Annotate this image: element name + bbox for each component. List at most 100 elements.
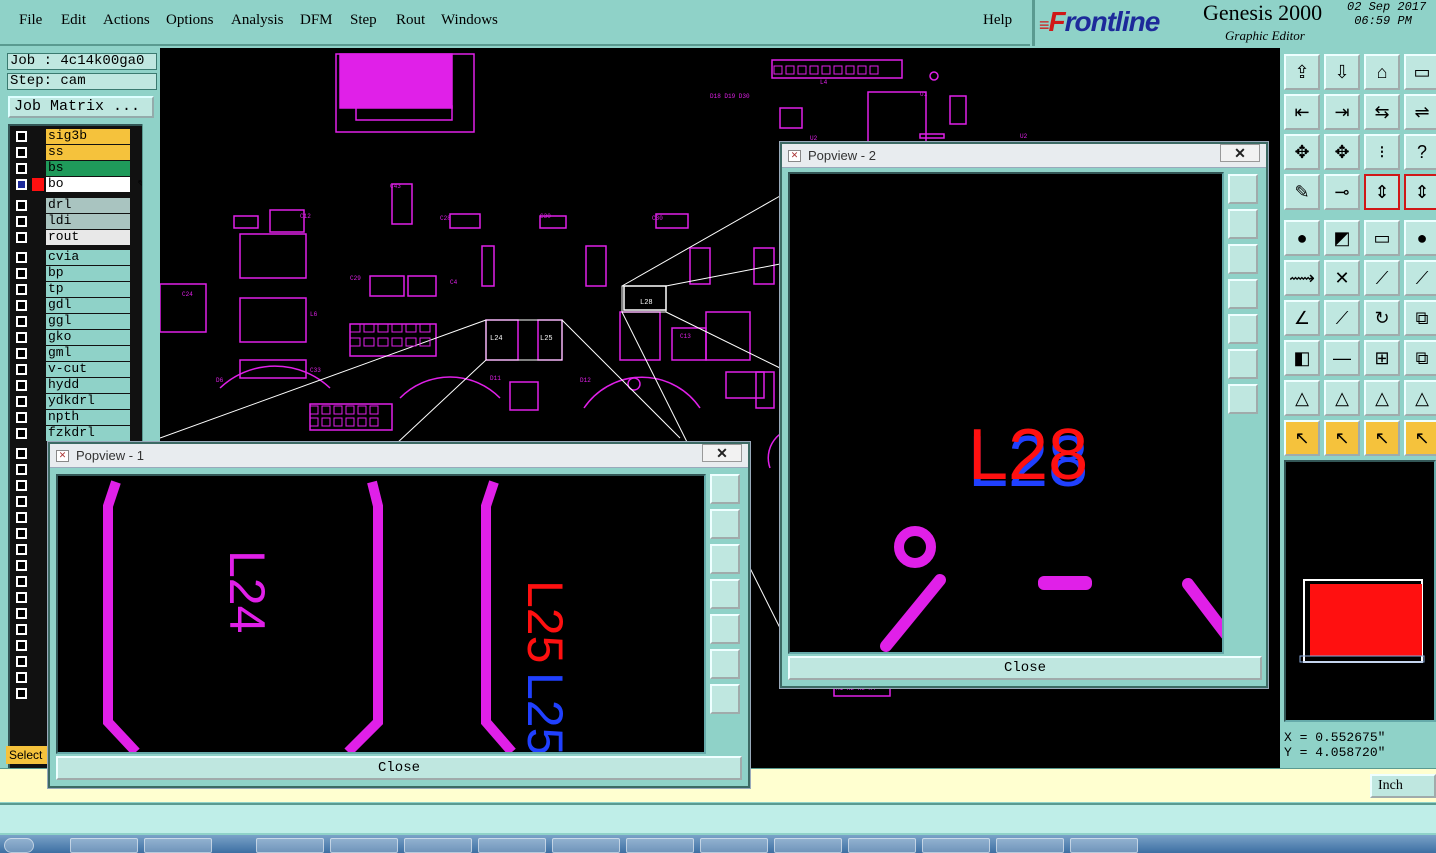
layer-name[interactable]: gdl — [46, 298, 130, 313]
measure-tool-3-icon[interactable]: ↻ — [1364, 300, 1400, 336]
zoom-tool-3-icon[interactable]: ⇆ — [1364, 94, 1400, 130]
zoom-out-icon[interactable] — [710, 684, 740, 714]
pan-down-icon[interactable] — [710, 544, 740, 574]
layer-checkbox[interactable] — [16, 560, 27, 571]
minimap[interactable] — [1284, 460, 1436, 722]
layer-name[interactable]: bo — [46, 177, 130, 192]
layer-row-ggl[interactable]: ggl✎ — [12, 314, 154, 329]
shape-tool-3-icon[interactable]: △ — [1364, 380, 1400, 416]
layer-row-tp[interactable]: tp — [12, 282, 154, 297]
select-tool-3-icon[interactable]: ↖ — [1364, 420, 1400, 456]
layer-row-rout[interactable]: rout — [12, 230, 154, 245]
layer-row-ss[interactable]: ss✎ — [12, 145, 154, 160]
layer-row-bs[interactable]: bs — [12, 161, 154, 176]
layer-name[interactable]: rout — [46, 230, 130, 245]
layer-checkbox[interactable] — [16, 464, 27, 475]
taskbar-item[interactable] — [626, 838, 694, 853]
view-tool-4-icon[interactable]: ? — [1404, 134, 1436, 170]
draw-tool-4-icon[interactable]: ● — [1404, 220, 1436, 256]
layer-checkbox[interactable] — [16, 640, 27, 651]
pan-left-icon[interactable] — [710, 579, 740, 609]
taskbar-item[interactable] — [1070, 838, 1138, 853]
select-tool-1-icon[interactable]: ↖ — [1284, 420, 1320, 456]
home-tool-2-icon[interactable]: ⇩ — [1324, 54, 1360, 90]
layers-tool-1-icon[interactable]: ✎ — [1284, 174, 1320, 210]
taskbar-item[interactable] — [848, 838, 916, 853]
layer-checkbox[interactable] — [16, 624, 27, 635]
layer-row-drl[interactable]: drl — [12, 198, 154, 213]
layer-checkbox[interactable] — [16, 163, 27, 174]
layer-row-hydd[interactable]: hydd — [12, 378, 154, 393]
popview-1-close-button[interactable]: Close — [56, 756, 742, 780]
zoom-tool-4-icon[interactable]: ⇌ — [1404, 94, 1436, 130]
pan-right-icon[interactable] — [710, 614, 740, 644]
home-tool-1-icon[interactable]: ⇪ — [1284, 54, 1320, 90]
start-button[interactable] — [4, 838, 34, 853]
layer-checkbox[interactable] — [16, 428, 27, 439]
home-tool-4-icon[interactable]: ▭ — [1404, 54, 1436, 90]
popview-2-close-button[interactable]: Close — [788, 656, 1262, 680]
layer-checkbox[interactable] — [16, 284, 27, 295]
zoom-fit-icon[interactable] — [710, 474, 740, 504]
layer-row-bp[interactable]: bp — [12, 266, 154, 281]
snap-tool-1-icon[interactable]: ⟿ — [1284, 260, 1320, 296]
edit-tool-1-icon[interactable]: ◧ — [1284, 340, 1320, 376]
taskbar-item[interactable] — [70, 838, 138, 853]
close-icon[interactable]: ✕ — [1220, 144, 1260, 162]
layer-row-v-cut[interactable]: v-cut — [12, 362, 154, 377]
layer-row-fzkdrl[interactable]: fzkdrl — [12, 426, 154, 441]
shape-tool-4-icon[interactable]: △ — [1404, 380, 1436, 416]
layer-checkbox[interactable] — [16, 380, 27, 391]
menu-help[interactable]: Help — [983, 12, 1012, 29]
popview-1-titlebar[interactable]: ✕ Popview - 1 ✕ — [50, 444, 748, 468]
layer-name[interactable]: npth — [46, 410, 130, 425]
menu-analysis[interactable]: Analysis — [231, 12, 284, 29]
draw-tool-2-icon[interactable]: ◩ — [1324, 220, 1360, 256]
layer-name[interactable]: hydd — [46, 378, 130, 393]
taskbar-item[interactable] — [700, 838, 768, 853]
taskbar-item[interactable] — [774, 838, 842, 853]
popview-1-view[interactable]: L24 L25 L25 — [56, 474, 706, 754]
edit-tool-3-icon[interactable]: ⊞ — [1364, 340, 1400, 376]
taskbar-item[interactable] — [330, 838, 398, 853]
layer-checkbox[interactable] — [16, 576, 27, 587]
layer-row-ydkdrl[interactable]: ydkdrl — [12, 394, 154, 409]
zoom-out-icon[interactable] — [1228, 384, 1258, 414]
pan-up-icon[interactable] — [1228, 209, 1258, 239]
taskbar-item[interactable] — [404, 838, 472, 853]
layer-checkbox[interactable] — [16, 147, 27, 158]
taskbar-item[interactable] — [144, 838, 212, 853]
measure-tool-1-icon[interactable]: ∠ — [1284, 300, 1320, 336]
menu-options[interactable]: Options — [166, 12, 214, 29]
close-icon[interactable]: ✕ — [702, 444, 742, 462]
layer-name[interactable]: bs — [46, 161, 130, 176]
layer-name[interactable]: fzkdrl — [46, 426, 130, 441]
layer-checkbox[interactable] — [16, 480, 27, 491]
menu-step[interactable]: Step — [350, 12, 377, 29]
layer-name[interactable]: ss — [46, 145, 130, 160]
layer-checkbox[interactable] — [16, 496, 27, 507]
layer-name[interactable]: gko — [46, 330, 130, 345]
view-tool-3-icon[interactable]: ⁝ — [1364, 134, 1400, 170]
layer-name[interactable]: ydkdrl — [46, 394, 130, 409]
pan-up-icon[interactable] — [710, 509, 740, 539]
layers-tool-4-icon[interactable]: ⇕ — [1404, 174, 1436, 210]
draw-tool-3-icon[interactable]: ▭ — [1364, 220, 1400, 256]
layer-checkbox[interactable] — [16, 316, 27, 327]
edit-tool-4-icon[interactable]: ⧉ — [1404, 340, 1436, 376]
layer-name[interactable]: tp — [46, 282, 130, 297]
layer-name[interactable]: cvia — [46, 250, 130, 265]
layer-name[interactable]: gml — [46, 346, 130, 361]
taskbar-item[interactable] — [552, 838, 620, 853]
layer-checkbox[interactable] — [16, 268, 27, 279]
draw-tool-1-icon[interactable]: ● — [1284, 220, 1320, 256]
layer-row-gdl[interactable]: gdl✎ — [12, 298, 154, 313]
menu-dfm[interactable]: DFM — [300, 12, 333, 29]
layer-checkbox[interactable] — [16, 396, 27, 407]
layer-checkbox[interactable] — [16, 216, 27, 227]
layer-checkbox[interactable] — [16, 232, 27, 243]
layer-name[interactable]: v-cut — [46, 362, 130, 377]
layer-checkbox[interactable] — [16, 179, 27, 190]
menu-edit[interactable]: Edit — [61, 12, 86, 29]
pan-left-icon[interactable] — [1228, 279, 1258, 309]
